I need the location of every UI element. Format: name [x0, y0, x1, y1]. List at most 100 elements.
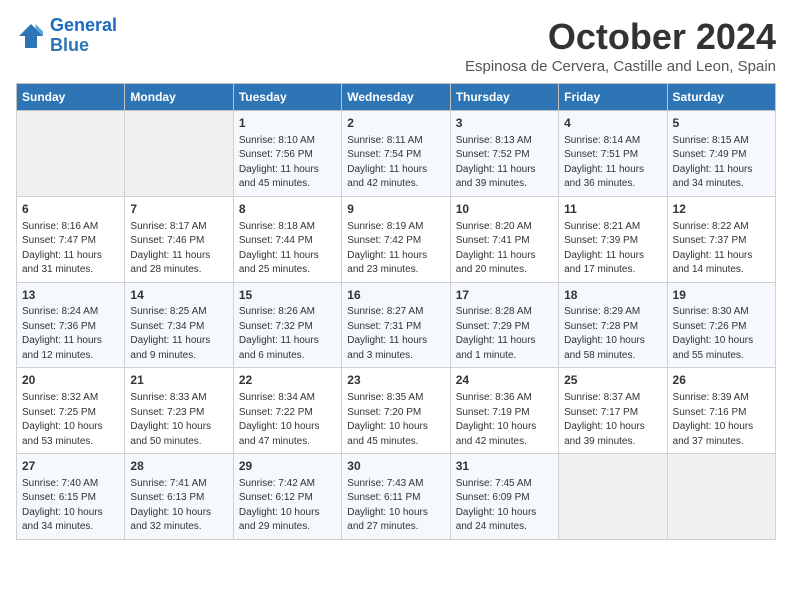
- weekday-header: Thursday: [450, 84, 558, 111]
- calendar-cell: 26 Sunrise: 8:39 AMSunset: 7:16 PMDayligh…: [667, 368, 775, 454]
- day-number: 25: [564, 372, 661, 389]
- day-number: 7: [130, 201, 227, 218]
- day-info: Sunrise: 8:11 AMSunset: 7:54 PMDaylight:…: [347, 134, 444, 192]
- weekday-header: Friday: [559, 84, 667, 111]
- day-number: 17: [456, 287, 553, 304]
- day-info: Sunrise: 8:33 AMSunset: 7:23 PMDaylight:…: [130, 391, 227, 449]
- calendar-cell: 12 Sunrise: 8:22 AMSunset: 7:37 PMDayligh…: [667, 196, 775, 282]
- calendar-week-row: 20Sunrise: 8:32 AMSunset: 7:25 PMDayligh…: [17, 368, 776, 454]
- day-number: 1: [239, 115, 336, 132]
- day-number: 3: [456, 115, 553, 132]
- day-info: Sunrise: 8:16 AMSunset: 7:47 PMDaylight:…: [22, 220, 119, 278]
- calendar-cell: 1Sunrise: 8:10 AMSunset: 7:56 PMDaylight…: [233, 111, 341, 197]
- weekday-header-row: SundayMondayTuesdayWednesdayThursdayFrid…: [17, 84, 776, 111]
- weekday-header: Sunday: [17, 84, 125, 111]
- day-info: Sunrise: 8:36 AMSunset: 7:19 PMDaylight:…: [456, 391, 553, 449]
- calendar-cell: 28 Sunrise: 7:41 AMSunset: 6:13 PMDayligh…: [125, 454, 233, 540]
- calendar-cell: 2 Sunrise: 8:11 AMSunset: 7:54 PMDaylight…: [342, 111, 450, 197]
- logo: General Blue: [16, 16, 117, 56]
- day-number: 13: [22, 287, 119, 304]
- day-number: 18: [564, 287, 661, 304]
- day-info: Sunrise: 8:28 AMSunset: 7:29 PMDaylight:…: [456, 305, 553, 363]
- logo-icon: [16, 21, 46, 51]
- day-info: Sunrise: 8:13 AMSunset: 7:52 PMDaylight:…: [456, 134, 553, 192]
- day-number: 22: [239, 372, 336, 389]
- calendar-cell: 22 Sunrise: 8:34 AMSunset: 7:22 PMDayligh…: [233, 368, 341, 454]
- calendar-cell: 19Sunrise: 8:30 AMSunset: 7:26 PMDayligh…: [667, 282, 775, 368]
- day-number: 9: [347, 201, 444, 218]
- day-number: 27: [22, 458, 119, 475]
- month-year: October 2024: [465, 16, 776, 58]
- day-number: 12: [673, 201, 770, 218]
- calendar-cell: 3 Sunrise: 8:13 AMSunset: 7:52 PMDaylight…: [450, 111, 558, 197]
- day-info: Sunrise: 8:39 AMSunset: 7:16 PMDaylight:…: [673, 391, 770, 449]
- weekday-header: Saturday: [667, 84, 775, 111]
- day-number: 30: [347, 458, 444, 475]
- calendar-week-row: 13Sunrise: 8:24 AMSunset: 7:36 PMDayligh…: [17, 282, 776, 368]
- day-info: Sunrise: 8:37 AMSunset: 7:17 PMDaylight:…: [564, 391, 661, 449]
- calendar-cell: 23 Sunrise: 8:35 AMSunset: 7:20 PMDayligh…: [342, 368, 450, 454]
- location: Espinosa de Cervera, Castille and Leon, …: [465, 58, 776, 75]
- calendar-cell: 15Sunrise: 8:26 AMSunset: 7:32 PMDayligh…: [233, 282, 341, 368]
- day-info: Sunrise: 8:14 AMSunset: 7:51 PMDaylight:…: [564, 134, 661, 192]
- calendar-cell: 9Sunrise: 8:19 AMSunset: 7:42 PMDaylight…: [342, 196, 450, 282]
- day-number: 16: [347, 287, 444, 304]
- calendar-week-row: 27Sunrise: 7:40 AMSunset: 6:15 PMDayligh…: [17, 454, 776, 540]
- day-number: 15: [239, 287, 336, 304]
- calendar-week-row: 6Sunrise: 8:16 AMSunset: 7:47 PMDaylight…: [17, 196, 776, 282]
- calendar-cell: 5Sunrise: 8:15 AMSunset: 7:49 PMDaylight…: [667, 111, 775, 197]
- logo-line1: General: [50, 15, 117, 35]
- day-number: 31: [456, 458, 553, 475]
- calendar-cell: 30Sunrise: 7:43 AMSunset: 6:11 PMDayligh…: [342, 454, 450, 540]
- weekday-header: Monday: [125, 84, 233, 111]
- calendar-cell: 14Sunrise: 8:25 AMSunset: 7:34 PMDayligh…: [125, 282, 233, 368]
- calendar-cell: 13Sunrise: 8:24 AMSunset: 7:36 PMDayligh…: [17, 282, 125, 368]
- day-number: 19: [673, 287, 770, 304]
- day-number: 24: [456, 372, 553, 389]
- day-number: 14: [130, 287, 227, 304]
- day-number: 8: [239, 201, 336, 218]
- day-number: 10: [456, 201, 553, 218]
- calendar-cell: 24 Sunrise: 8:36 AMSunset: 7:19 PMDayligh…: [450, 368, 558, 454]
- calendar-week-row: 1Sunrise: 8:10 AMSunset: 7:56 PMDaylight…: [17, 111, 776, 197]
- calendar-cell: 11Sunrise: 8:21 AMSunset: 7:39 PMDayligh…: [559, 196, 667, 282]
- title-block: October 2024 Espinosa de Cervera, Castil…: [465, 16, 776, 75]
- day-info: Sunrise: 8:35 AMSunset: 7:20 PMDaylight:…: [347, 391, 444, 449]
- day-info: Sunrise: 8:18 AMSunset: 7:44 PMDaylight:…: [239, 220, 336, 278]
- calendar-table: SundayMondayTuesdayWednesdayThursdayFrid…: [16, 83, 776, 540]
- calendar-cell: 29 Sunrise: 7:42 AMSunset: 6:12 PMDayligh…: [233, 454, 341, 540]
- calendar-cell: 18Sunrise: 8:29 AMSunset: 7:28 PMDayligh…: [559, 282, 667, 368]
- calendar-cell: 7 Sunrise: 8:17 AMSunset: 7:46 PMDaylight…: [125, 196, 233, 282]
- day-number: 26: [673, 372, 770, 389]
- day-number: 2: [347, 115, 444, 132]
- day-number: 21: [130, 372, 227, 389]
- calendar-cell: 8 Sunrise: 8:18 AMSunset: 7:44 PMDaylight…: [233, 196, 341, 282]
- day-info: Sunrise: 8:26 AMSunset: 7:32 PMDaylight:…: [239, 305, 336, 363]
- day-number: 29: [239, 458, 336, 475]
- day-info: Sunrise: 8:24 AMSunset: 7:36 PMDaylight:…: [22, 305, 119, 363]
- calendar-cell: 27Sunrise: 7:40 AMSunset: 6:15 PMDayligh…: [17, 454, 125, 540]
- day-info: Sunrise: 8:20 AMSunset: 7:41 PMDaylight:…: [456, 220, 553, 278]
- calendar-cell: 20Sunrise: 8:32 AMSunset: 7:25 PMDayligh…: [17, 368, 125, 454]
- calendar-cell: [559, 454, 667, 540]
- weekday-header: Tuesday: [233, 84, 341, 111]
- logo-line2: Blue: [50, 35, 89, 55]
- day-info: Sunrise: 8:17 AMSunset: 7:46 PMDaylight:…: [130, 220, 227, 278]
- logo-text: General Blue: [50, 16, 117, 56]
- calendar-cell: 4 Sunrise: 8:14 AMSunset: 7:51 PMDaylight…: [559, 111, 667, 197]
- calendar-cell: 25 Sunrise: 8:37 AMSunset: 7:17 PMDayligh…: [559, 368, 667, 454]
- day-info: Sunrise: 8:15 AMSunset: 7:49 PMDaylight:…: [673, 134, 770, 192]
- calendar-cell: [125, 111, 233, 197]
- day-number: 23: [347, 372, 444, 389]
- day-number: 28: [130, 458, 227, 475]
- day-number: 20: [22, 372, 119, 389]
- day-info: Sunrise: 7:42 AMSunset: 6:12 PMDaylight:…: [239, 477, 336, 535]
- day-info: Sunrise: 8:22 AMSunset: 7:37 PMDaylight:…: [673, 220, 770, 278]
- day-info: Sunrise: 7:45 AMSunset: 6:09 PMDaylight:…: [456, 477, 553, 535]
- day-info: Sunrise: 7:41 AMSunset: 6:13 PMDaylight:…: [130, 477, 227, 535]
- day-info: Sunrise: 8:34 AMSunset: 7:22 PMDaylight:…: [239, 391, 336, 449]
- day-info: Sunrise: 8:27 AMSunset: 7:31 PMDaylight:…: [347, 305, 444, 363]
- calendar-cell: 17Sunrise: 8:28 AMSunset: 7:29 PMDayligh…: [450, 282, 558, 368]
- day-number: 4: [564, 115, 661, 132]
- calendar-cell: 10 Sunrise: 8:20 AMSunset: 7:41 PMDayligh…: [450, 196, 558, 282]
